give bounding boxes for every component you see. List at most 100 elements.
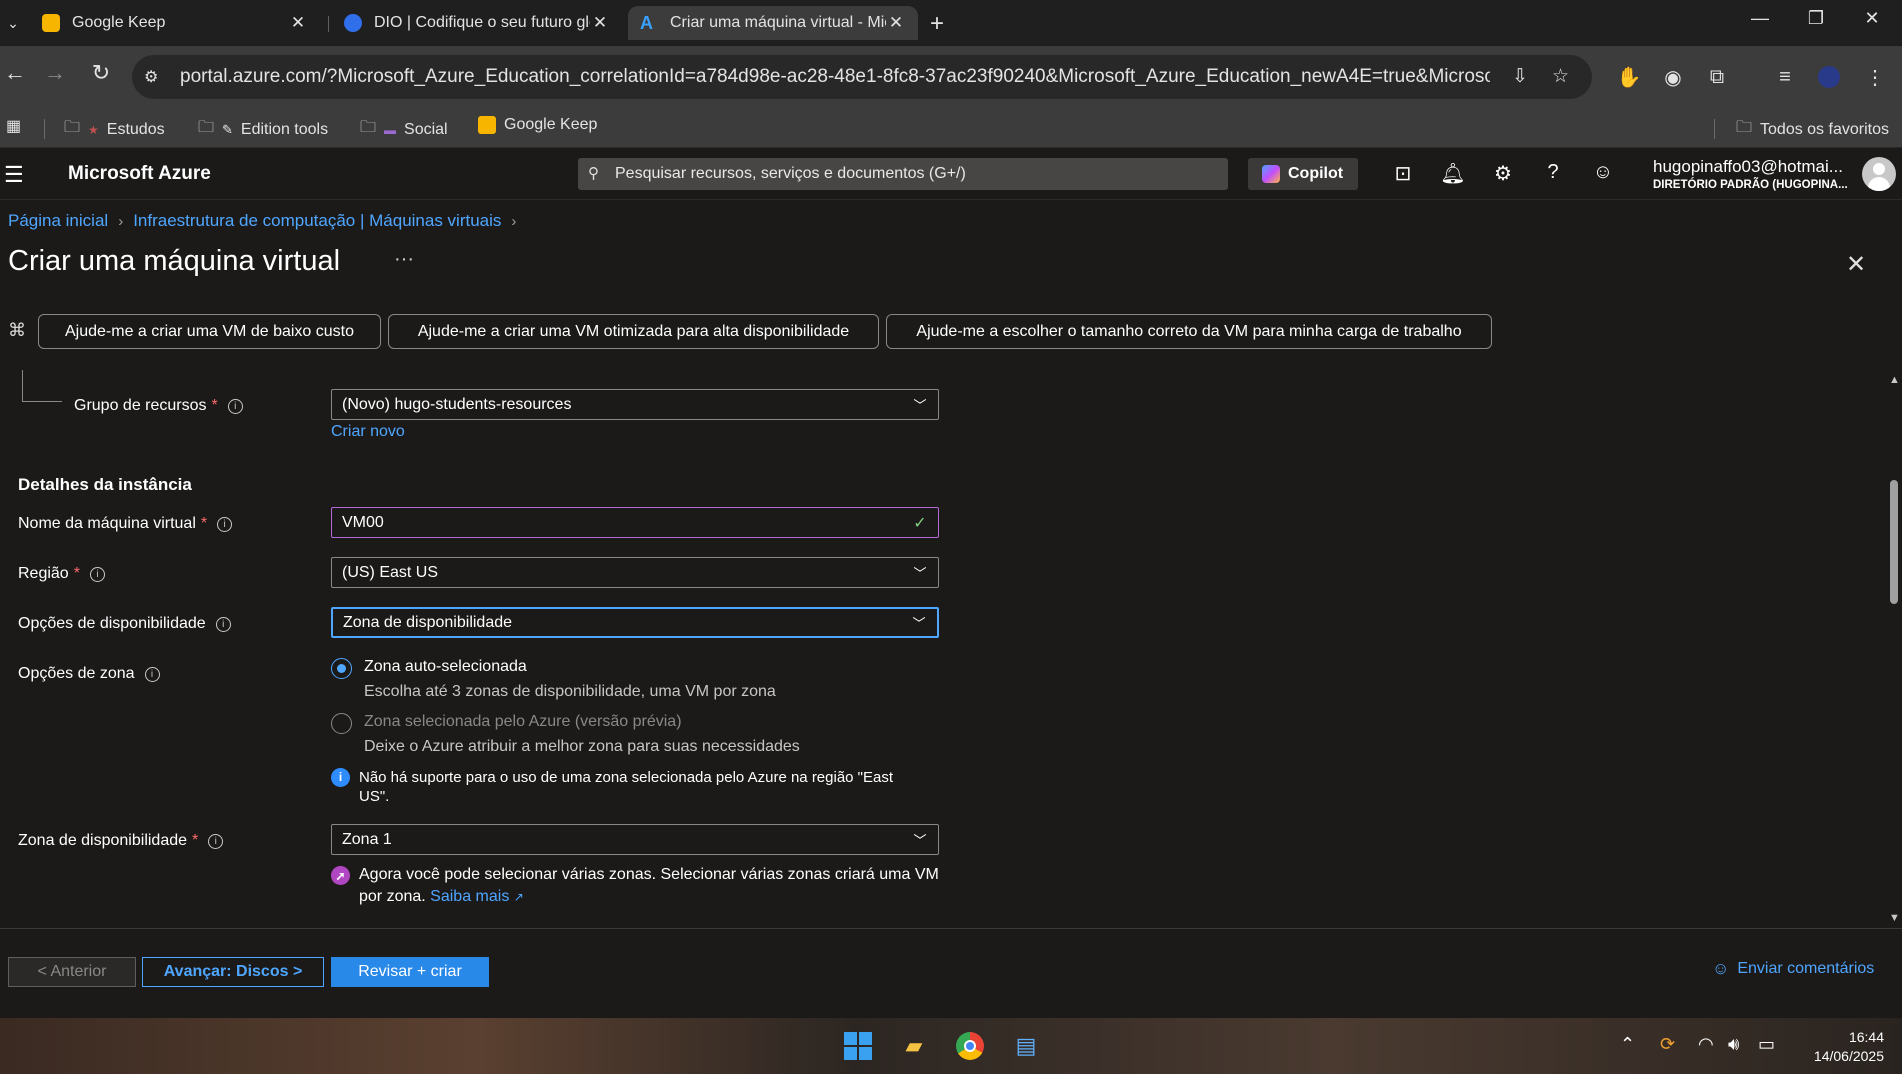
availability-options-label: Opções de disponibilidade i: [18, 615, 231, 633]
info-icon[interactable]: i: [227, 398, 243, 414]
feedback-label: Enviar comentários: [1737, 960, 1875, 977]
scroll-down-icon[interactable]: ▼: [1889, 912, 1900, 924]
site-info-icon[interactable]: ⚙: [144, 67, 158, 87]
minimize-icon[interactable]: —: [1740, 8, 1780, 29]
file-explorer-icon[interactable]: ▰: [896, 1028, 932, 1064]
review-create-button[interactable]: Revisar + criar: [331, 957, 489, 987]
install-app-icon[interactable]: ⇩: [1512, 65, 1528, 88]
apps-grid-icon[interactable]: ▦: [6, 116, 21, 136]
vm-name-input[interactable]: VM00 ✓: [331, 507, 939, 538]
close-tab-icon[interactable]: ✕: [590, 13, 610, 33]
account-name[interactable]: hugopinaffo03@hotmai...: [1653, 157, 1843, 177]
settings-gear-icon[interactable]: ⚙: [1488, 161, 1518, 186]
close-blade-icon[interactable]: ✕: [1846, 250, 1866, 279]
azure-brand[interactable]: Microsoft Azure: [68, 163, 211, 185]
bookmark-star-icon[interactable]: ☆: [1552, 65, 1569, 88]
copilot-button[interactable]: Copilot: [1248, 158, 1358, 190]
tab-search-chevron-icon[interactable]: ⌄: [0, 10, 26, 36]
show-hidden-icons-chevron-icon[interactable]: ⌃: [1620, 1034, 1635, 1055]
radio-button-disabled[interactable]: [331, 713, 352, 734]
bookmark-estudos[interactable]: 🗀 ★ Estudos: [64, 116, 165, 143]
feedback-icon[interactable]: ☺: [1588, 161, 1618, 184]
scrollbar-thumb[interactable]: [1890, 480, 1898, 604]
reload-icon[interactable]: ↻: [86, 60, 116, 86]
breadcrumb-home[interactable]: Página inicial: [8, 211, 108, 231]
volume-icon[interactable]: 🔊︎: [1728, 1034, 1739, 1055]
close-tab-icon[interactable]: ✕: [886, 13, 906, 33]
restore-icon[interactable]: ❐: [1796, 8, 1836, 29]
bookmark-label: Social: [404, 120, 448, 138]
resource-group-dropdown[interactable]: (Novo) hugo-students-resources ﹀: [331, 389, 939, 420]
clock-date: 14/06/2025: [1813, 1048, 1884, 1064]
window-close-icon[interactable]: ✕: [1852, 8, 1892, 29]
windows-taskbar: ▰ ▤ ⌃ ⟳ ◠ 🔊︎ ▭ 16:44 14/06/2025: [0, 1018, 1902, 1074]
info-icon[interactable]: i: [217, 516, 233, 532]
bookmark-social[interactable]: 🗀 ▬ Social: [360, 116, 448, 143]
previous-button[interactable]: < Anterior: [8, 957, 136, 987]
bookmark-google-keep[interactable]: Google Keep: [478, 116, 597, 134]
availability-zone-dropdown[interactable]: Zona 1 ﹀: [331, 824, 939, 855]
media-playlist-icon[interactable]: ≡: [1770, 62, 1800, 92]
extensions-puzzle-icon[interactable]: ⧉: [1702, 62, 1732, 92]
chevron-down-icon: ﹀: [913, 833, 927, 848]
copilot-icon: [1262, 165, 1280, 183]
chrome-menu-icon[interactable]: ⋮: [1860, 62, 1890, 92]
wifi-icon[interactable]: ◠: [1698, 1034, 1714, 1055]
chevron-right-icon: ›: [511, 212, 517, 230]
radio-auto-selected-zone[interactable]: Zona auto-selecionada: [331, 658, 527, 679]
suggestion-low-cost-vm[interactable]: Ajude-me a criar uma VM de baixo custo: [38, 314, 381, 349]
forward-arrow-icon[interactable]: →: [40, 60, 70, 86]
send-feedback-link[interactable]: ☺ Enviar comentários: [1712, 959, 1874, 979]
all-bookmarks[interactable]: 🗀 Todos os favoritos: [1736, 116, 1889, 143]
extension-glasses-icon[interactable]: ◉: [1658, 62, 1688, 92]
breadcrumb-virtual-machines[interactable]: Infraestrutura de computação | Máquinas …: [133, 211, 501, 231]
dio-icon: [344, 14, 362, 32]
extension-hand-icon[interactable]: ✋: [1614, 62, 1644, 92]
suggestion-vm-size[interactable]: Ajude-me a escolher o tamanho correto da…: [886, 314, 1492, 349]
radio-button-selected[interactable]: [331, 658, 352, 679]
info-icon[interactable]: i: [215, 616, 231, 632]
radio-azure-selected-zone[interactable]: Zona selecionada pelo Azure (versão prév…: [331, 713, 682, 734]
address-bar[interactable]: ⚙ portal.azure.com/?Microsoft_Azure_Educ…: [132, 55, 1592, 99]
tab-azure-create-vm[interactable]: A Criar uma máquina virtual - Micr ✕: [628, 6, 918, 40]
create-new-resource-group-link[interactable]: Criar novo: [331, 423, 405, 441]
notice-text: Agora você pode selecionar várias zonas.…: [359, 864, 939, 908]
chrome-taskbar-icon[interactable]: [952, 1028, 988, 1064]
next-disks-button[interactable]: Avançar: Discos >: [142, 957, 324, 987]
scroll-up-icon[interactable]: ▲: [1889, 374, 1900, 386]
back-arrow-icon[interactable]: ←: [0, 60, 30, 86]
new-tab-plus-icon[interactable]: +: [930, 10, 944, 38]
account-directory[interactable]: DIRETÓRIO PADRÃO (HUGOPINA...: [1653, 179, 1848, 191]
notice-line: por zona.: [359, 888, 426, 905]
system-clock[interactable]: 16:44 14/06/2025: [1794, 1028, 1884, 1066]
start-windows-icon[interactable]: [840, 1028, 876, 1064]
suggestion-high-availability-vm[interactable]: Ajude-me a criar uma VM otimizada para a…: [388, 314, 879, 349]
profile-icon[interactable]: [1814, 62, 1844, 92]
notepad-icon[interactable]: ▤: [1008, 1028, 1044, 1064]
region-dropdown[interactable]: (US) East US ﹀: [331, 557, 939, 588]
folder-icon: 🗀: [198, 119, 215, 136]
help-icon[interactable]: ?: [1538, 161, 1568, 184]
tab-dio[interactable]: DIO | Codifique o seu futuro glo ✕: [332, 6, 622, 40]
rocket-icon: ➚: [331, 866, 350, 885]
learn-more-link[interactable]: Saiba mais ↗: [430, 888, 524, 905]
more-options-icon[interactable]: ···: [394, 248, 414, 271]
bookmark-edition-tools[interactable]: 🗀 ✎ Edition tools: [198, 116, 328, 143]
notifications-bell-icon[interactable]: 🔔︎: [1438, 161, 1468, 186]
battery-icon[interactable]: ▭: [1758, 1034, 1775, 1055]
info-icon[interactable]: i: [144, 666, 160, 682]
hamburger-menu-icon[interactable]: ☰: [4, 162, 24, 188]
info-icon[interactable]: i: [208, 833, 224, 849]
close-tab-icon[interactable]: ✕: [288, 13, 308, 33]
cloud-shell-icon[interactable]: ⊡: [1388, 161, 1418, 186]
tab-google-keep[interactable]: Google Keep ✕: [30, 6, 320, 40]
form-scrollbar[interactable]: ▲ ▼: [1886, 372, 1902, 928]
radio-label: Zona selecionada pelo Azure (versão prév…: [364, 713, 682, 730]
avatar[interactable]: [1862, 157, 1896, 191]
global-search-input[interactable]: ⚲ Pesquisar recursos, serviços e documen…: [578, 158, 1228, 190]
bookmark-label: Estudos: [106, 120, 165, 138]
info-icon[interactable]: i: [89, 566, 105, 582]
url-text[interactable]: portal.azure.com/?Microsoft_Azure_Educat…: [180, 66, 1490, 88]
sync-icon[interactable]: ⟳: [1660, 1034, 1675, 1055]
availability-options-dropdown[interactable]: Zona de disponibilidade ﹀: [331, 607, 939, 638]
